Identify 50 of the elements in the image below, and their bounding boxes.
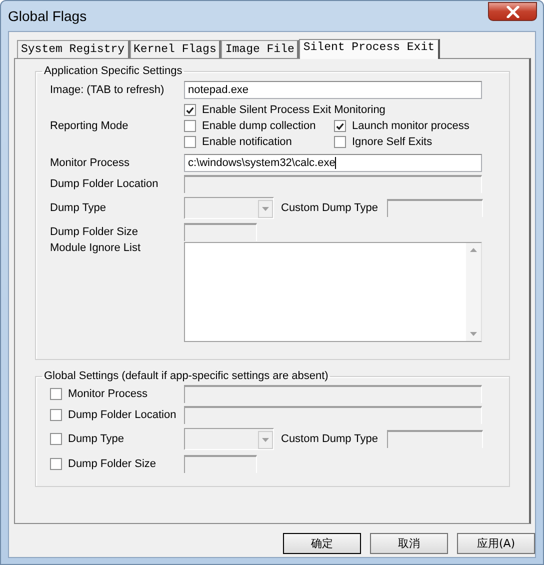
checkbox-label: Dump Type bbox=[68, 432, 124, 444]
checkbox-label: Launch monitor process bbox=[352, 120, 470, 132]
up-arrow-icon bbox=[470, 248, 477, 252]
dropdown[interactable] bbox=[184, 428, 274, 450]
checkbox-label: Dump Folder Location bbox=[68, 409, 176, 421]
dialog-button[interactable]: 取消 bbox=[370, 533, 448, 554]
checkbox-label: Dump Folder Size bbox=[68, 458, 156, 470]
checkbox[interactable] bbox=[334, 136, 346, 148]
field-label: Custom Dump Type bbox=[281, 202, 375, 214]
down-arrow-icon bbox=[470, 332, 477, 336]
input-field[interactable] bbox=[387, 430, 483, 448]
checkbox[interactable] bbox=[184, 104, 196, 116]
field-label: Dump Folder Location bbox=[50, 178, 160, 190]
checkbox[interactable] bbox=[50, 458, 62, 470]
checkbox[interactable] bbox=[184, 120, 196, 132]
tab[interactable]: Image File bbox=[221, 40, 300, 58]
field-label: Module Ignore List bbox=[50, 242, 142, 254]
checkbox[interactable] bbox=[50, 432, 62, 444]
tab[interactable]: Silent Process Exit bbox=[299, 39, 440, 59]
input-field[interactable] bbox=[184, 385, 482, 403]
checkbox-label: Enable Silent Process Exit Monitoring bbox=[202, 104, 386, 116]
window-title: Global Flags bbox=[8, 8, 87, 24]
checkbox[interactable] bbox=[50, 388, 62, 400]
checkbox-label: Monitor Process bbox=[68, 388, 148, 400]
close-button[interactable] bbox=[488, 2, 537, 21]
dialog-button[interactable]: 确定 bbox=[283, 533, 361, 554]
group-title: Application Specific Settings bbox=[43, 65, 184, 77]
group-title: Global Settings (default if app-specific settings are absent) bbox=[43, 370, 330, 382]
input-field[interactable]: notepad.exe bbox=[184, 81, 482, 99]
checkbox[interactable] bbox=[184, 136, 196, 148]
field-label: Custom Dump Type bbox=[281, 432, 375, 444]
field-label: Image: (TAB to refresh) bbox=[50, 84, 166, 96]
input-field[interactable]: c:\windows\system32\calc.exe bbox=[184, 154, 482, 172]
checkbox[interactable] bbox=[334, 120, 346, 132]
dialog-button[interactable]: 应用(A) bbox=[457, 533, 535, 554]
tab[interactable]: Kernel Flags bbox=[130, 40, 222, 58]
scrollbar[interactable] bbox=[466, 243, 481, 341]
checkbox[interactable] bbox=[50, 409, 62, 421]
field-label: Reporting Mode bbox=[50, 120, 130, 132]
checkbox-label: Enable dump collection bbox=[202, 120, 316, 132]
field-label: Dump Type bbox=[50, 202, 108, 214]
tab[interactable]: System Registry bbox=[17, 40, 130, 58]
text-area[interactable] bbox=[184, 242, 482, 342]
field-label: Dump Folder Size bbox=[50, 226, 140, 238]
input-field[interactable] bbox=[184, 455, 257, 473]
checkbox-label: Ignore Self Exits bbox=[352, 136, 432, 148]
checkbox-label: Enable notification bbox=[202, 136, 292, 148]
field-label: Monitor Process bbox=[50, 157, 130, 169]
input-field[interactable] bbox=[184, 406, 482, 424]
close-icon bbox=[506, 6, 520, 18]
